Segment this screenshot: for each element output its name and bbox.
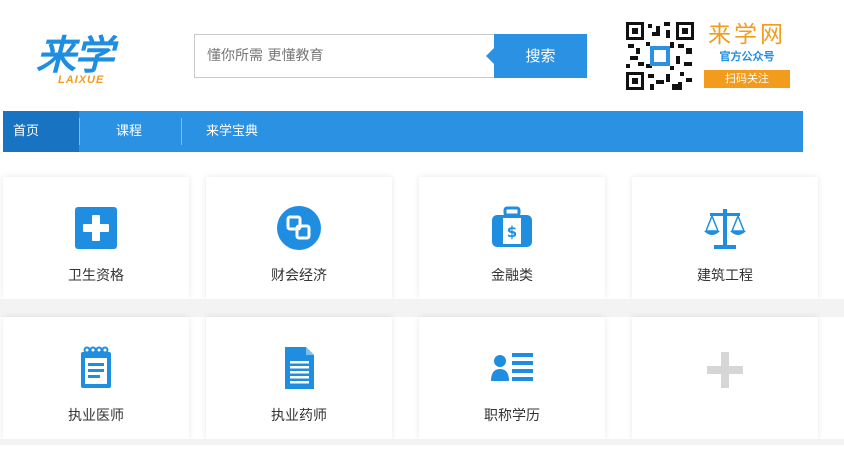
main-nav: 首页 课程 来学宝典 — [3, 111, 803, 152]
category-card-health[interactable]: 卫生资格 — [3, 177, 189, 299]
row-separator — [0, 299, 844, 317]
category-card-pharmacist[interactable]: 执业药师 — [206, 317, 392, 439]
laixue-logo[interactable]: 来学 LAIXUE — [36, 34, 116, 90]
category-label: 金融类 — [491, 268, 533, 284]
search-bar: 搜索 — [194, 34, 587, 78]
brand-name: 来学网 — [708, 22, 786, 48]
category-label: 职称学历 — [484, 408, 540, 424]
category-label: 卫生资格 — [68, 268, 124, 284]
category-card-physician[interactable]: 执业医师 — [3, 317, 189, 439]
brand-tagline: 官方公众号 — [719, 50, 775, 63]
money-bag-icon: $ — [419, 205, 605, 251]
category-card-more[interactable] — [632, 317, 818, 439]
nav-item-guide[interactable]: 来学宝典 — [206, 111, 258, 152]
logo-mark: 来学 — [36, 33, 114, 79]
add-plus-icon — [632, 345, 818, 391]
scales-icon — [632, 205, 818, 251]
nav-item-courses[interactable]: 课程 — [116, 111, 142, 152]
category-card-construction[interactable]: 建筑工程 — [632, 177, 818, 299]
nav-divider — [79, 118, 80, 145]
nav-item-home[interactable]: 首页 — [3, 111, 79, 152]
scan-follow-label: 扫码关注 — [704, 70, 790, 88]
category-card-banking[interactable]: $ 金融类 — [419, 177, 605, 299]
svg-text:$: $ — [507, 223, 517, 241]
logo-subtitle: LAIXUE — [58, 74, 105, 86]
category-card-title-degree[interactable]: 职称学历 — [419, 317, 605, 439]
search-input[interactable] — [194, 34, 494, 78]
medical-cross-icon — [3, 205, 189, 251]
category-label: 财会经济 — [271, 268, 327, 284]
document-icon — [206, 345, 392, 391]
category-label: 执业药师 — [271, 408, 327, 424]
category-card-finance[interactable]: 财会经济 — [206, 177, 392, 299]
brand-block: 来学网 官方公众号 扫码关注 — [702, 20, 792, 90]
profile-card-icon — [419, 345, 605, 391]
qr-code — [626, 22, 694, 90]
nav-divider — [181, 118, 182, 145]
notepad-icon — [3, 345, 189, 391]
finance-coin-icon — [206, 205, 392, 251]
bottom-separator — [0, 439, 844, 445]
category-label: 建筑工程 — [697, 268, 753, 284]
category-label: 执业医师 — [68, 408, 124, 424]
search-button[interactable]: 搜索 — [486, 34, 587, 78]
